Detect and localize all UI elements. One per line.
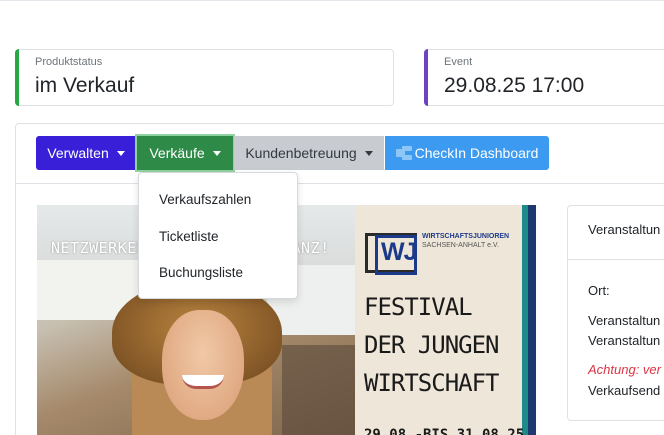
details-ort-label: Ort: xyxy=(588,283,610,298)
wj-logo: WJ xyxy=(365,233,417,275)
org-name: WIRTSCHAFTSJUNIOREN xyxy=(422,233,510,240)
org-region: SACHSEN-ANHALT e.V. xyxy=(422,242,499,249)
verkaeufe-dropdown-menu: Verkaufszahlen Ticketliste Buchungsliste xyxy=(138,172,298,299)
page: Produktstatus im Verkauf Event 29.08.25 … xyxy=(0,0,664,435)
poster-date: 29.08.-BIS 31.08.25 xyxy=(364,427,525,435)
status-accent-bar xyxy=(15,49,19,106)
checkin-label: CheckIn Dashboard xyxy=(414,145,539,161)
poster-title-line-2: DER JUNGEN xyxy=(364,331,499,359)
product-status-value: im Verkauf xyxy=(35,74,135,97)
event-details-card: Veranstaltun Ort: Veranstaltun Veranstal… xyxy=(567,205,664,421)
verkaeufe-label: Verkäufe xyxy=(149,145,205,161)
details-divider xyxy=(568,259,664,260)
product-status-label: Produktstatus xyxy=(35,56,103,68)
top-divider xyxy=(0,0,664,1)
menu-item-buchungsliste[interactable]: Buchungsliste xyxy=(159,265,243,280)
details-warning: Achtung: ver xyxy=(588,362,661,377)
verwalten-label: Verwalten xyxy=(47,145,109,161)
menu-item-ticketliste[interactable]: Ticketliste xyxy=(159,229,219,244)
event-accent-bar xyxy=(424,49,428,106)
details-line-3: Verkaufsend xyxy=(588,383,661,398)
verwalten-dropdown-button[interactable]: Verwalten xyxy=(36,136,136,170)
kundenbetreuung-dropdown-button[interactable]: Kundenbetreuung xyxy=(234,136,384,170)
banner-poster: WJ WIRTSCHAFTSJUNIOREN SACHSEN-ANHALT e.… xyxy=(355,205,536,435)
caret-down-icon xyxy=(116,150,125,156)
details-header: Veranstaltun xyxy=(588,222,661,237)
caret-down-icon xyxy=(364,150,373,156)
poster-title-line-1: FESTIVAL xyxy=(364,293,473,321)
event-card: Event 29.08.25 17:00 xyxy=(424,49,664,106)
kundenbetreuung-label: Kundenbetreuung xyxy=(245,145,357,161)
ticket-icon xyxy=(395,146,412,160)
menu-item-verkaufszahlen[interactable]: Verkaufszahlen xyxy=(159,192,251,207)
panel-divider xyxy=(16,183,664,184)
details-line-2: Veranstaltun xyxy=(588,333,661,348)
checkin-dashboard-button[interactable]: CheckIn Dashboard xyxy=(385,136,549,170)
product-status-card: Produktstatus im Verkauf xyxy=(15,49,394,106)
verkaeufe-dropdown-button[interactable]: Verkäufe xyxy=(137,136,233,170)
poster-title-line-3: WIRTSCHAFT xyxy=(364,369,499,397)
banner-slogan-left: NETZWERKEN xyxy=(51,239,147,257)
details-line-1: Veranstaltun xyxy=(588,313,661,328)
event-value: 29.08.25 17:00 xyxy=(444,74,585,97)
event-label: Event xyxy=(444,56,473,68)
caret-down-icon xyxy=(212,150,221,156)
